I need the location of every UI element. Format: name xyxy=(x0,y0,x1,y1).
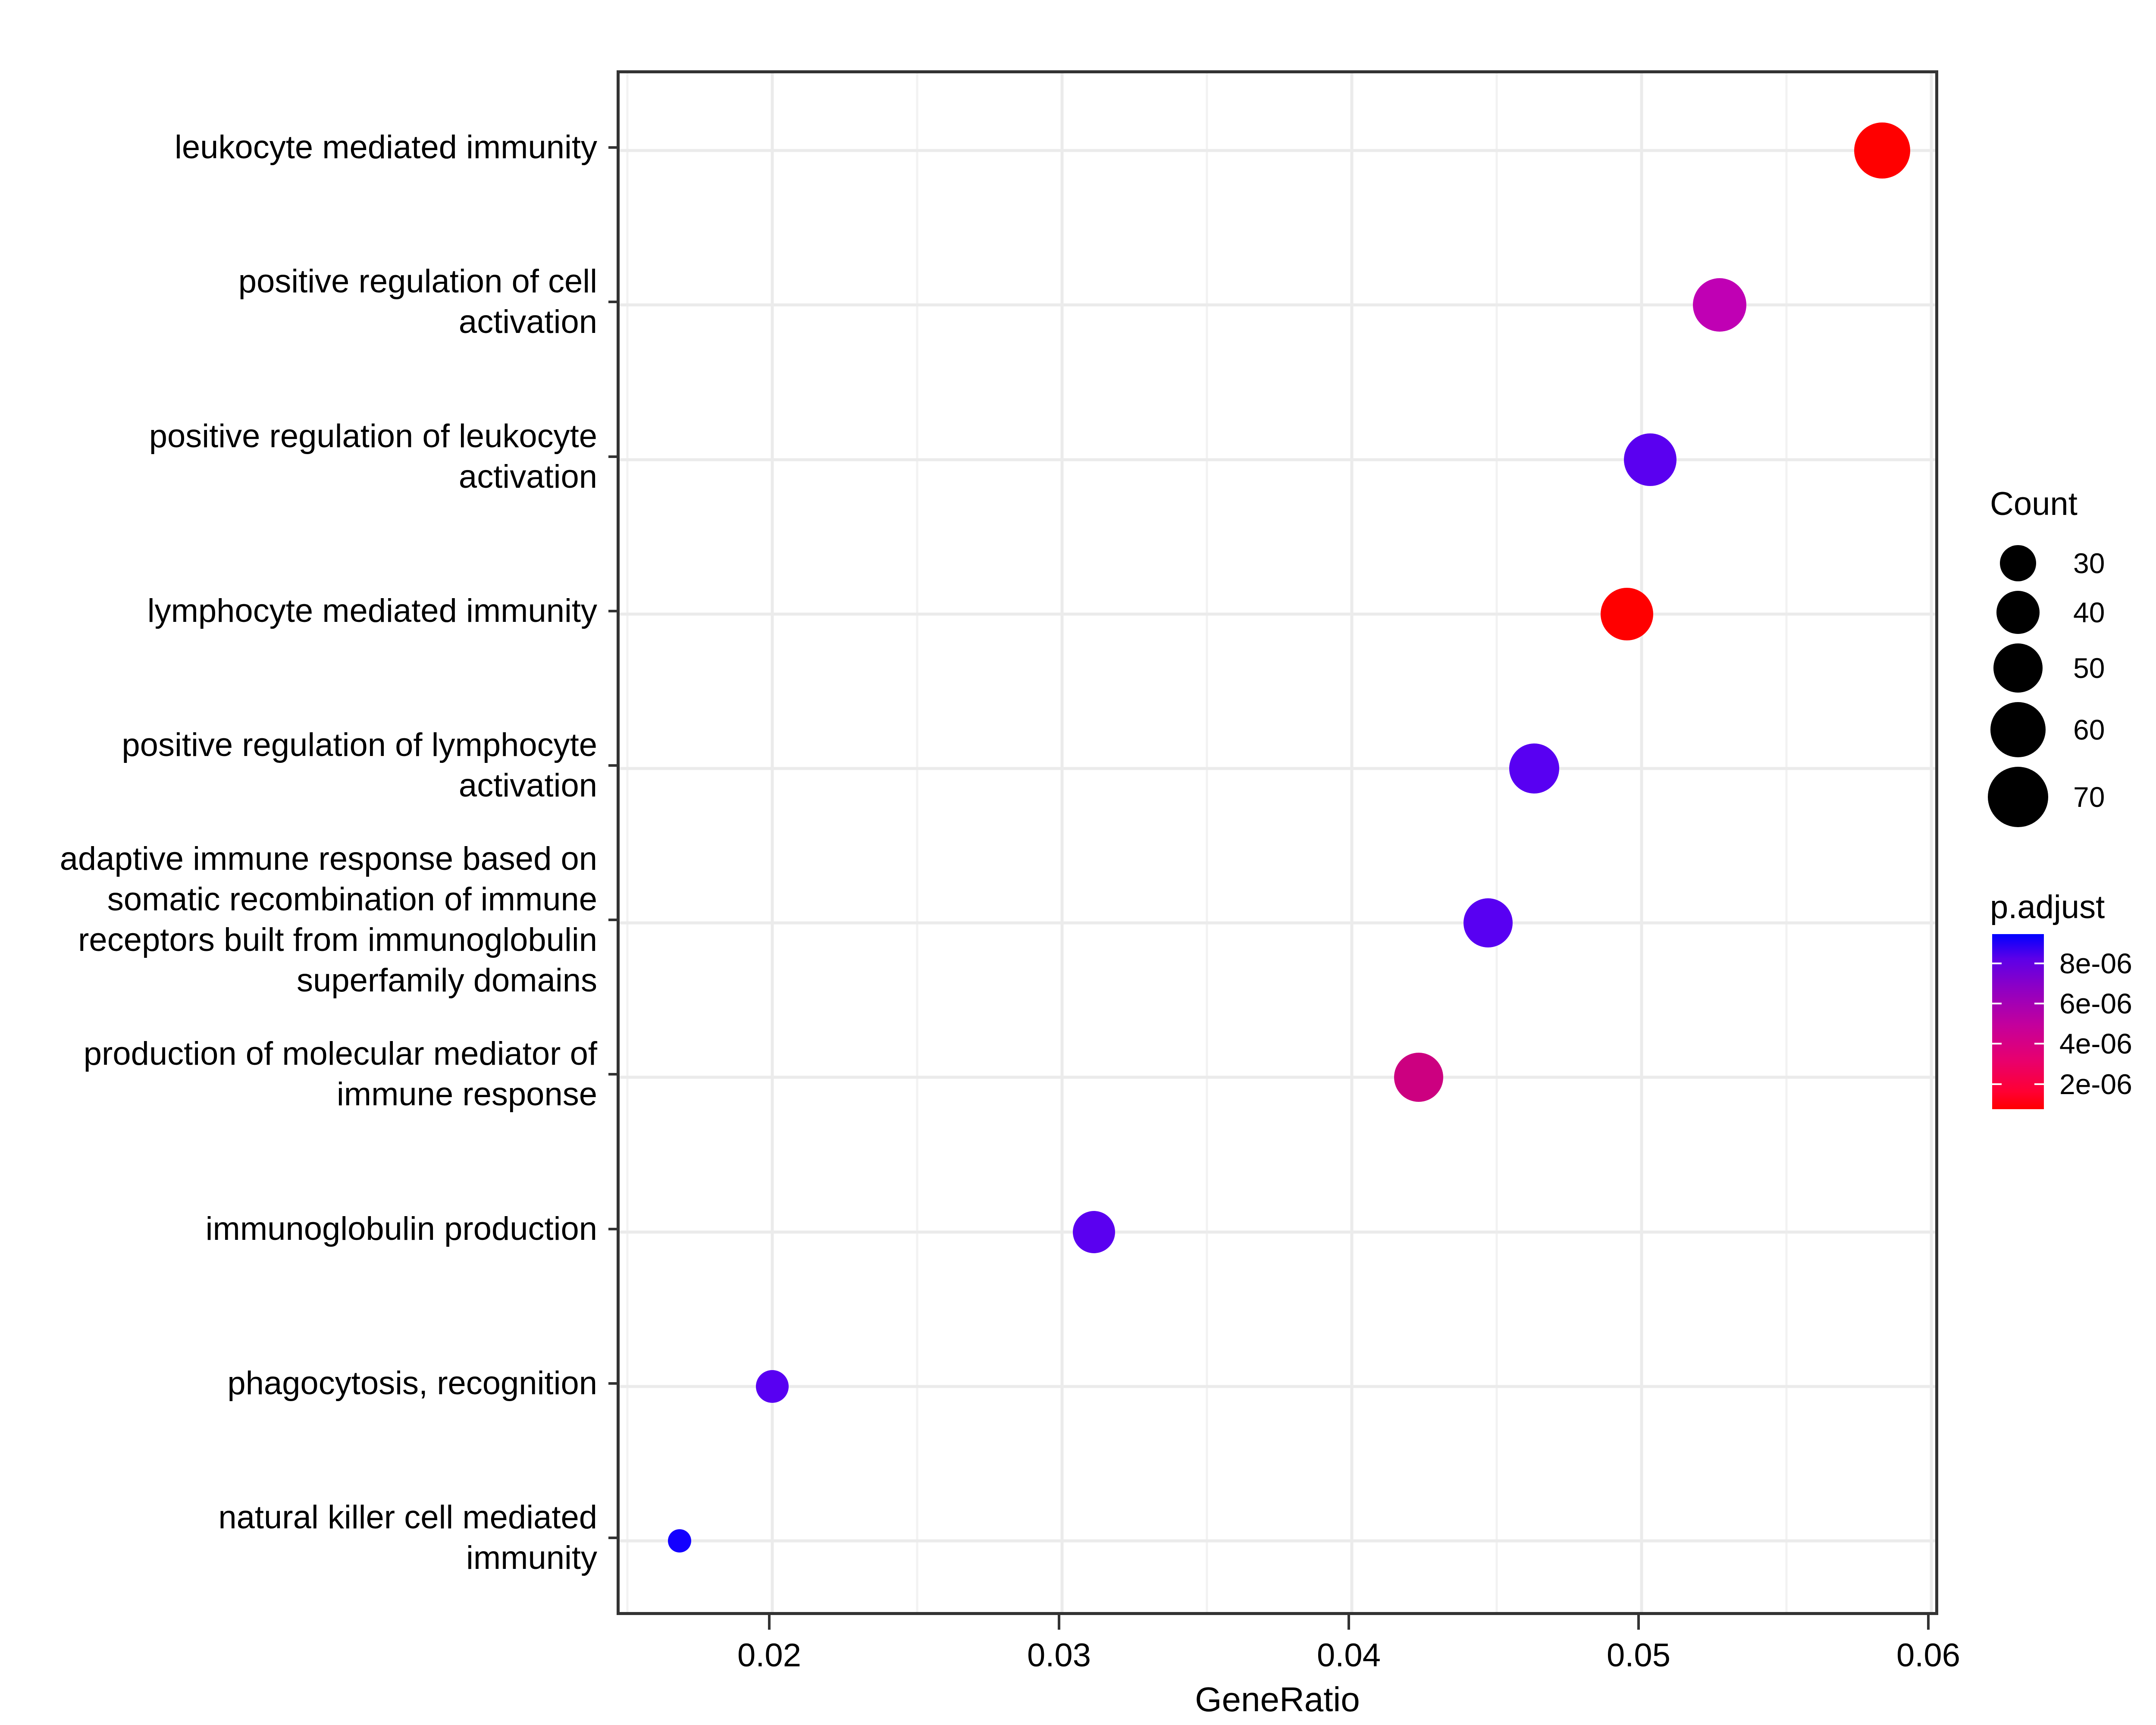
plot-panel-inner xyxy=(620,73,1935,1612)
y-axis-tick-label: positive regulation of lymphocyte activa… xyxy=(122,726,597,804)
padjust-colorbar-tick xyxy=(2034,1083,2044,1085)
count-legend-key-label: 50 xyxy=(2073,652,2105,684)
data-point[interactable] xyxy=(1601,587,1654,640)
padjust-legend-label: 8e-06 xyxy=(2059,947,2132,979)
count-legend-title: Count xyxy=(1990,486,2078,522)
x-axis-tick-label: 0.03 xyxy=(1027,1637,1091,1674)
gridline-horizontal xyxy=(620,149,1935,152)
x-axis-tick-mark xyxy=(1637,1615,1640,1630)
count-legend-key-label: 40 xyxy=(2073,596,2105,628)
y-axis-tick-mark xyxy=(608,919,617,922)
y-axis-tick-label: natural killer cell mediated immunity xyxy=(218,1499,597,1576)
x-axis-tick-label: 0.02 xyxy=(737,1637,801,1674)
padjust-colorbar-tick xyxy=(1992,962,2002,964)
padjust-colorbar-tick xyxy=(1992,1043,2002,1045)
gridline-horizontal xyxy=(620,921,1935,925)
plot-panel xyxy=(617,70,1938,1615)
y-axis-tick-mark xyxy=(608,1073,617,1076)
dotplot-figure: leukocyte mediated immunity positive regu… xyxy=(0,0,2156,1725)
y-axis-tick-mark xyxy=(608,609,617,612)
padjust-legend-title: p.adjust xyxy=(1990,889,2105,925)
y-axis-tick-mark xyxy=(608,301,617,304)
x-axis-tick-mark xyxy=(768,1615,771,1630)
gridline-horizontal xyxy=(620,1230,1935,1233)
y-axis-tick-label: lymphocyte mediated immunity xyxy=(147,592,597,629)
data-point[interactable] xyxy=(1072,1211,1115,1253)
data-point[interactable] xyxy=(1463,898,1513,948)
x-axis-tick-mark xyxy=(1348,1615,1350,1630)
y-axis-tick-mark xyxy=(608,1227,617,1230)
gridline-horizontal xyxy=(620,1539,1935,1543)
padjust-legend-label: 6e-06 xyxy=(2059,988,2132,1019)
gridline-horizontal xyxy=(620,1076,1935,1079)
gridline-horizontal xyxy=(620,458,1935,461)
y-axis-tick-mark xyxy=(608,764,617,767)
count-legend-key-dot xyxy=(1996,591,2040,634)
padjust-legend-label: 4e-06 xyxy=(2059,1028,2132,1060)
y-axis-tick-mark xyxy=(608,455,617,458)
data-point[interactable] xyxy=(1394,1053,1443,1102)
count-legend-key-dot xyxy=(1990,702,2046,757)
y-axis-tick-label: production of molecular mediator of immu… xyxy=(83,1035,597,1113)
data-point[interactable] xyxy=(756,1370,789,1403)
x-axis-tick-label: 0.04 xyxy=(1317,1637,1381,1674)
x-axis-tick-mark xyxy=(1058,1615,1060,1630)
y-axis-tick-label: leukocyte mediated immunity xyxy=(175,129,597,166)
y-axis-labels: leukocyte mediated immunity positive regu… xyxy=(0,70,617,1615)
data-point[interactable] xyxy=(667,1529,691,1552)
count-legend-key-label: 70 xyxy=(2073,781,2105,813)
y-axis-tick-mark xyxy=(608,1382,617,1385)
y-axis-tick-label: adaptive immune response based on somati… xyxy=(60,841,597,999)
data-point[interactable] xyxy=(1854,122,1910,179)
y-axis-tick-label: immunoglobulin production xyxy=(205,1210,597,1247)
padjust-legend: p.adjust 8e-06 6e-06 4e-06 2e-06 xyxy=(1966,888,2152,1109)
gridline-horizontal xyxy=(620,1385,1935,1388)
padjust-colorbar-tick xyxy=(2034,1003,2044,1004)
data-point[interactable] xyxy=(1509,743,1560,794)
padjust-colorbar-tick xyxy=(1992,1083,2002,1085)
padjust-colorbar-tick xyxy=(2034,962,2044,964)
y-axis-tick-mark xyxy=(608,1536,617,1539)
y-axis-tick-mark xyxy=(608,146,617,149)
y-axis-tick-label: phagocytosis, recognition xyxy=(227,1364,597,1402)
x-axis-tick-label: 0.06 xyxy=(1896,1637,1960,1674)
gridline-horizontal xyxy=(620,612,1935,616)
padjust-legend-label: 2e-06 xyxy=(2059,1068,2132,1100)
padjust-colorbar-tick xyxy=(1992,1003,2002,1004)
padjust-colorbar-tick xyxy=(2034,1043,2044,1045)
x-axis-tick-mark xyxy=(1927,1615,1930,1630)
data-point[interactable] xyxy=(1693,278,1747,332)
gridline-horizontal xyxy=(620,767,1935,770)
count-legend-key-dot xyxy=(1988,767,2048,827)
y-axis-tick-label: positive regulation of leukocyte activat… xyxy=(149,417,597,495)
count-legend-key-label: 30 xyxy=(2073,547,2105,579)
count-legend: Count 30 40 50 60 70 xyxy=(1966,485,2152,827)
x-axis-title: GeneRatio xyxy=(1195,1680,1360,1719)
y-axis-tick-label: positive regulation of cell activation xyxy=(238,263,597,341)
count-legend-key-label: 60 xyxy=(2073,714,2105,746)
count-legend-key-dot xyxy=(2000,545,2036,581)
x-axis-tick-label: 0.05 xyxy=(1607,1637,1670,1674)
count-legend-key-dot xyxy=(1993,643,2043,693)
data-point[interactable] xyxy=(1624,433,1677,486)
